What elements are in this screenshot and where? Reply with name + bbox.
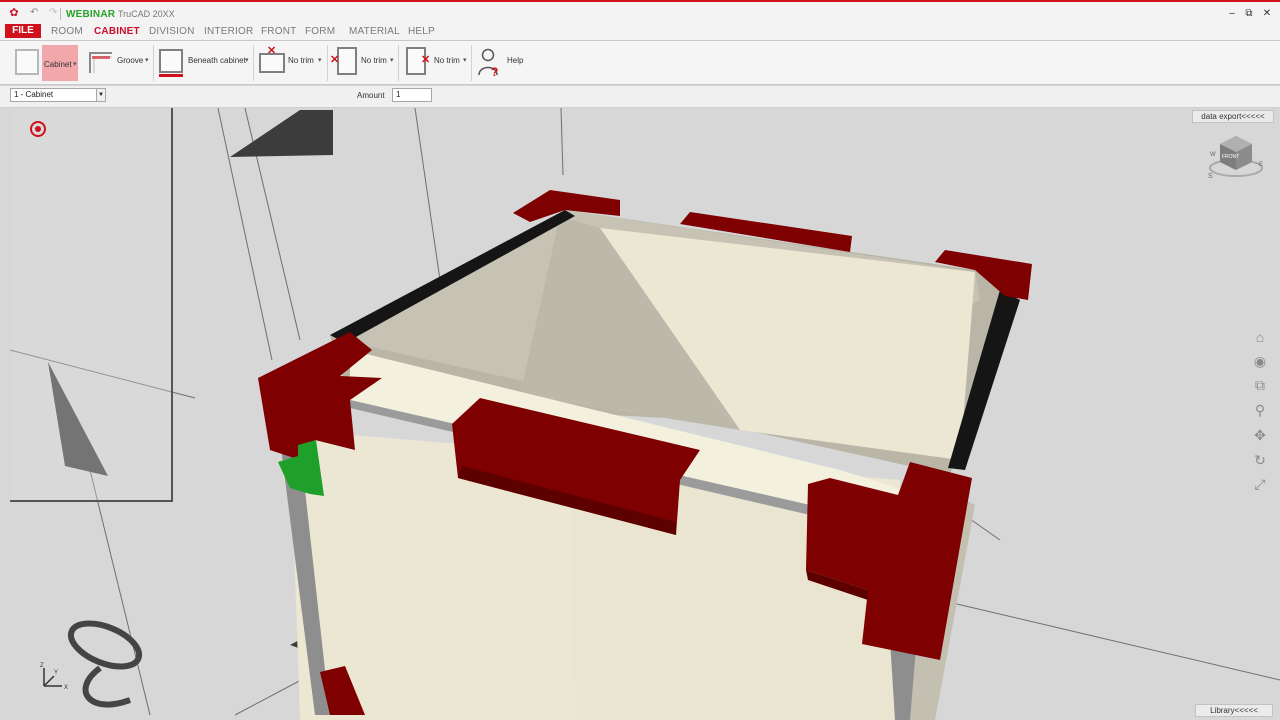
visibility-eye-icon[interactable] [30, 121, 46, 137]
data-export-tab[interactable]: data export<<<<< [1192, 110, 1274, 123]
title-bar: ✿ ↶ ↷ WEBINAR TruCAD 20XX ‒ ⧉ ✕ [0, 0, 1280, 24]
ribbon-divider [253, 45, 254, 81]
maximize-button[interactable]: ⧉ [1243, 8, 1255, 20]
zoom-icon[interactable]: ⚲ [1251, 401, 1269, 419]
cabinet-dropdown-arrow-icon[interactable]: ▾ [73, 60, 77, 68]
app-title: TruCAD 20XX [118, 9, 175, 19]
cabinet-select-arrow-icon[interactable]: ▼ [96, 89, 105, 101]
menu-interior[interactable]: INTERIOR [204, 26, 253, 37]
groove-dropdown-arrow-icon[interactable]: ▾ [145, 56, 149, 64]
svg-text:Y: Y [54, 670, 58, 676]
cabinet-select-value: 1 - Cabinet [14, 90, 54, 99]
redo-icon[interactable]: ↷ [49, 8, 59, 18]
no-trim-dropdown-arrow-icon[interactable]: ▾ [390, 56, 394, 64]
no-trim-label-3[interactable]: No trim [434, 56, 460, 65]
3d-viewport[interactable] [0, 108, 1280, 720]
home-view-icon[interactable]: ⌂ [1251, 328, 1269, 346]
menu-division[interactable]: DIVISION [149, 26, 195, 37]
no-trim-label-2[interactable]: No trim [361, 56, 387, 65]
axis-gizmo-icon: Z Y X [34, 662, 74, 692]
beneath-cabinet-dropdown-arrow-icon[interactable]: ▾ [245, 56, 249, 64]
beneath-cabinet-label[interactable]: Beneath cabinet [188, 56, 246, 65]
svg-text:Z: Z [40, 663, 44, 669]
help-label[interactable]: Help [507, 56, 523, 65]
amount-label: Amount [357, 91, 385, 100]
ribbon-divider [327, 45, 328, 81]
menu-room[interactable]: ROOM [51, 26, 83, 37]
pan-icon[interactable]: ✥ [1251, 426, 1269, 444]
ribbon-toolbar: Cabinet ▾ Groove ▾ Beneath cabinet ▾ ✕ N… [0, 40, 1280, 85]
svg-text:FRONT: FRONT [1222, 154, 1239, 160]
menu-help[interactable]: HELP [408, 26, 435, 37]
svg-text:W: W [1210, 152, 1216, 158]
library-tab[interactable]: Library<<<<< [1195, 704, 1273, 717]
ribbon-divider [471, 45, 472, 81]
no-trim-side-icon[interactable] [337, 47, 357, 75]
cabinet-type-icon[interactable] [15, 49, 39, 75]
menu-material[interactable]: MATERIAL [349, 26, 400, 37]
cabinet-button[interactable]: Cabinet ▾ [42, 45, 78, 81]
fit-all-icon[interactable]: ⤢ [1251, 475, 1269, 493]
minimize-button[interactable]: ‒ [1226, 8, 1238, 20]
svg-text:S: S [1208, 173, 1213, 180]
steering-wheel-icon[interactable]: ◉ [1251, 352, 1269, 370]
menu-cabinet[interactable]: CABINET [94, 26, 140, 37]
ribbon-divider [398, 45, 399, 81]
menu-front[interactable]: FRONT [261, 26, 296, 37]
zoom-window-icon[interactable]: ⧉ [1251, 376, 1269, 394]
view-cube[interactable]: FRONT W E S [1206, 130, 1266, 182]
trim-x-icon: ✕ [330, 54, 340, 66]
no-trim-dropdown-arrow-icon[interactable]: ▾ [463, 56, 467, 64]
no-trim-dropdown-arrow-icon[interactable]: ▾ [318, 56, 322, 64]
cabinet-button-label: Cabinet [44, 60, 72, 69]
no-trim-label-1[interactable]: No trim [288, 56, 314, 65]
trim-x-icon: ✕ [267, 45, 277, 57]
svg-text:?: ? [491, 65, 498, 77]
undo-icon[interactable]: ↶ [30, 8, 40, 18]
app-logo-icon[interactable]: ✿ [8, 7, 20, 19]
amount-input[interactable]: 1 [392, 88, 432, 102]
close-button[interactable]: ✕ [1261, 8, 1273, 20]
menu-file[interactable]: FILE [5, 24, 41, 38]
beneath-cabinet-icon[interactable] [159, 49, 183, 77]
trim-x-icon: ✕ [421, 54, 431, 66]
orbit-icon[interactable]: ↻ [1251, 451, 1269, 469]
cabinet-select[interactable]: 1 - Cabinet ▼ [10, 88, 106, 102]
options-bar [0, 86, 1280, 108]
groove-label[interactable]: Groove [117, 56, 143, 65]
help-person-icon[interactable]: ? [477, 47, 501, 79]
menu-form[interactable]: FORM [305, 26, 335, 37]
webinar-label: WEBINAR [66, 9, 116, 20]
titlebar-divider [60, 8, 61, 20]
svg-text:E: E [1259, 162, 1263, 168]
ribbon-divider [153, 45, 154, 81]
properties-panel [10, 108, 173, 502]
cabinet-3d-scene[interactable] [0, 108, 1280, 720]
menu-bar: ROOM CABINET DIVISION INTERIOR FRONT FOR… [0, 24, 1280, 40]
groove-icon[interactable] [88, 49, 112, 75]
svg-text:X: X [64, 685, 68, 691]
